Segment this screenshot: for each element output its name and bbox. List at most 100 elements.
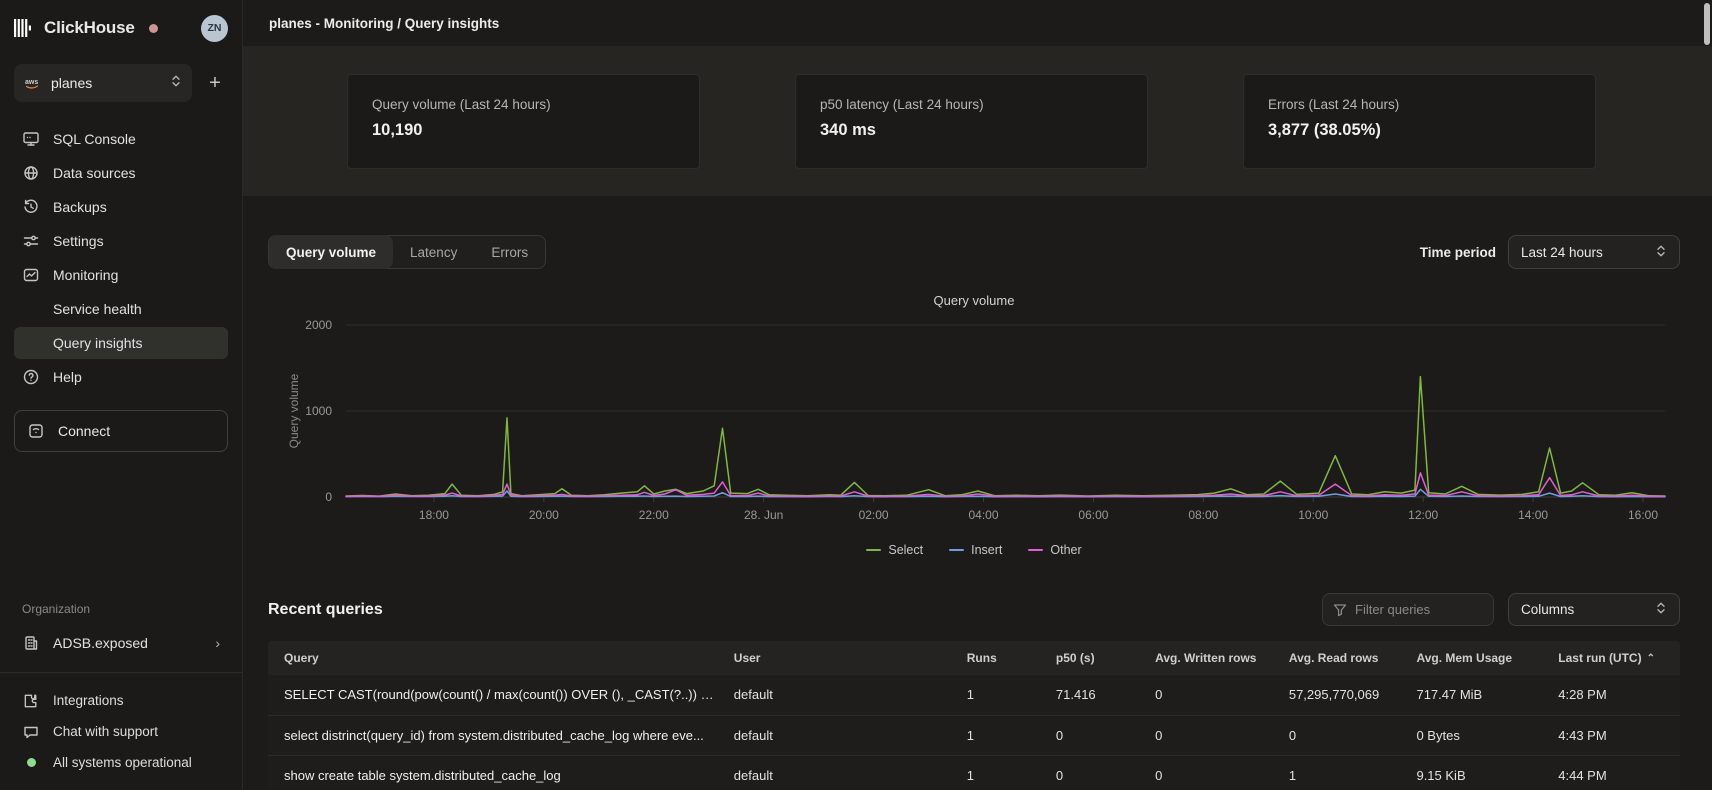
time-period-label: Time period [1420, 245, 1496, 260]
recent-queries-header: Recent queries Columns [268, 593, 1680, 626]
column-header-query[interactable]: Query [268, 641, 724, 675]
stat-value: 3,877 (38.05%) [1268, 121, 1571, 140]
cell-query[interactable]: select distrinct(query_id) from system.d… [268, 715, 724, 755]
add-service-button[interactable]: + [202, 70, 228, 96]
legend-swatch [866, 549, 881, 552]
cell-read: 1 [1279, 755, 1407, 790]
cell-written: 0 [1145, 715, 1279, 755]
vertical-scrollbar[interactable] [1704, 3, 1710, 45]
column-header-avg-mem-usage[interactable]: Avg. Mem Usage [1406, 641, 1548, 675]
stat-label: Errors (Last 24 hours) [1268, 97, 1571, 112]
service-row: aws planes + [14, 64, 228, 102]
aws-icon: aws [24, 74, 42, 92]
sidebar-item-backups[interactable]: Backups [14, 190, 228, 224]
sidebar-item-chat-support[interactable]: Chat with support [14, 716, 228, 747]
sidebar-item-label: Help [53, 369, 82, 385]
user-avatar[interactable]: ZN [201, 15, 228, 42]
column-header-user[interactable]: User [724, 641, 957, 675]
organization-item[interactable]: ADSB.exposed › [14, 626, 228, 660]
column-header-avg-written-rows[interactable]: Avg. Written rows [1145, 641, 1279, 675]
connect-button[interactable]: Connect [14, 410, 228, 452]
sidebar-nav: SQL Console Data sources Backups Setting… [14, 122, 228, 394]
svg-text:18:00: 18:00 [419, 508, 449, 522]
svg-text:16:00: 16:00 [1628, 508, 1658, 522]
columns-select[interactable]: Columns [1508, 593, 1680, 626]
cell-query[interactable]: SELECT CAST(round(pow(count() / max(coun… [268, 675, 724, 715]
sidebar-item-label: Data sources [53, 165, 135, 181]
svg-text:14:00: 14:00 [1518, 508, 1548, 522]
tab-errors[interactable]: Errors [474, 235, 545, 269]
cell-read: 0 [1279, 715, 1407, 755]
data-sources-icon [22, 164, 40, 182]
chart-toolbar: Query volume Latency Errors Time period … [268, 235, 1680, 269]
stat-label: Query volume (Last 24 hours) [372, 97, 675, 112]
stat-label: p50 latency (Last 24 hours) [820, 97, 1123, 112]
columns-select-value: Columns [1521, 602, 1574, 617]
cell-mem: 9.15 KiB [1406, 755, 1548, 790]
legend-swatch [1028, 549, 1043, 552]
sidebar-item-sql-console[interactable]: SQL Console [14, 122, 228, 156]
cell-lastrun: 4:44 PM [1548, 755, 1680, 790]
legend-item-other[interactable]: Other [1028, 543, 1081, 557]
sidebar-item-service-health[interactable]: Service health [14, 293, 228, 325]
tab-latency[interactable]: Latency [393, 235, 474, 269]
sidebar-item-monitoring[interactable]: Monitoring [14, 258, 228, 292]
system-status-item[interactable]: All systems operational [14, 747, 228, 778]
cell-query[interactable]: show create table system.distributed_cac… [268, 755, 724, 790]
sidebar-spacer [14, 452, 228, 602]
column-header-last-run[interactable]: Last run (UTC)⌃ [1548, 641, 1680, 675]
column-header-runs[interactable]: Runs [957, 641, 1046, 675]
connect-label: Connect [58, 423, 110, 439]
cell-user: default [724, 715, 957, 755]
column-header-p50[interactable]: p50 (s) [1046, 641, 1145, 675]
cell-runs: 1 [957, 755, 1046, 790]
chevron-updown-icon [170, 74, 182, 93]
stat-card-errors: Errors (Last 24 hours) 3,877 (38.05%) [1243, 74, 1596, 169]
svg-text:02:00: 02:00 [859, 508, 889, 522]
main-area: planes - Monitoring / Query insights Que… [243, 0, 1712, 790]
table-row[interactable]: SELECT CAST(round(pow(count() / max(coun… [268, 675, 1680, 715]
content: Query volume Latency Errors Time period … [243, 196, 1712, 790]
tab-query-volume[interactable]: Query volume [269, 235, 393, 269]
connect-icon [27, 422, 45, 440]
time-period-select[interactable]: Last 24 hours [1508, 235, 1680, 269]
clickhouse-logo-icon [14, 18, 34, 38]
table-row[interactable]: select distrinct(query_id) from system.d… [268, 715, 1680, 755]
breadcrumb: planes - Monitoring / Query insights [269, 16, 499, 31]
cell-written: 0 [1145, 675, 1279, 715]
sidebar-item-settings[interactable]: Settings [14, 224, 228, 258]
footer-item-label: Integrations [53, 693, 124, 708]
title-bar: planes - Monitoring / Query insights [243, 0, 1712, 46]
tab-group: Query volume Latency Errors [268, 235, 546, 269]
table-header-row: Query User Runs p50 (s) Avg. Written row… [268, 641, 1680, 675]
chat-icon [22, 723, 40, 741]
svg-text:12:00: 12:00 [1408, 508, 1438, 522]
svg-text:2000: 2000 [305, 318, 332, 332]
filter-queries-input[interactable] [1355, 602, 1483, 617]
sidebar-item-data-sources[interactable]: Data sources [14, 156, 228, 190]
sidebar-divider [0, 672, 242, 673]
cell-lastrun: 4:28 PM [1548, 675, 1680, 715]
cell-mem: 0 Bytes [1406, 715, 1548, 755]
sidebar-item-integrations[interactable]: Integrations [14, 685, 228, 716]
time-period-value: Last 24 hours [1521, 245, 1603, 260]
legend-item-insert[interactable]: Insert [949, 543, 1002, 557]
organization-name: ADSB.exposed [53, 635, 148, 651]
table-row[interactable]: show create table system.distributed_cac… [268, 755, 1680, 790]
column-header-avg-read-rows[interactable]: Avg. Read rows [1279, 641, 1407, 675]
sidebar-item-label: SQL Console [53, 131, 136, 147]
service-select[interactable]: aws planes [14, 64, 192, 102]
chart-legend: Select Insert Other [268, 543, 1680, 557]
sort-asc-icon: ⌃ [1647, 653, 1655, 664]
notification-dot [149, 24, 158, 33]
sidebar-item-label: Monitoring [53, 267, 118, 283]
svg-text:aws: aws [25, 79, 38, 86]
integrations-icon [22, 692, 40, 710]
filter-icon [1333, 603, 1347, 617]
cell-p50: 71.416 [1046, 675, 1145, 715]
chart-title: Query volume [268, 293, 1680, 308]
sidebar-item-help[interactable]: Help [14, 360, 228, 394]
sidebar-item-query-insights[interactable]: Query insights [14, 327, 228, 359]
legend-item-select[interactable]: Select [866, 543, 923, 557]
cell-read: 57,295,770,069 [1279, 675, 1407, 715]
